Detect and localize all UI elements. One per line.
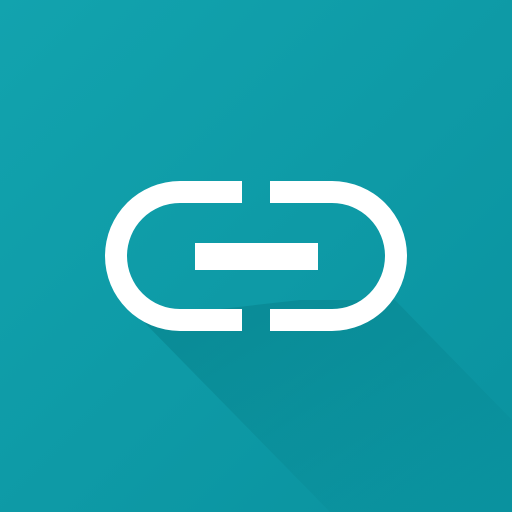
app-icon-canvas — [0, 0, 512, 512]
link-center-bar — [195, 243, 318, 270]
app-icon — [0, 0, 512, 512]
